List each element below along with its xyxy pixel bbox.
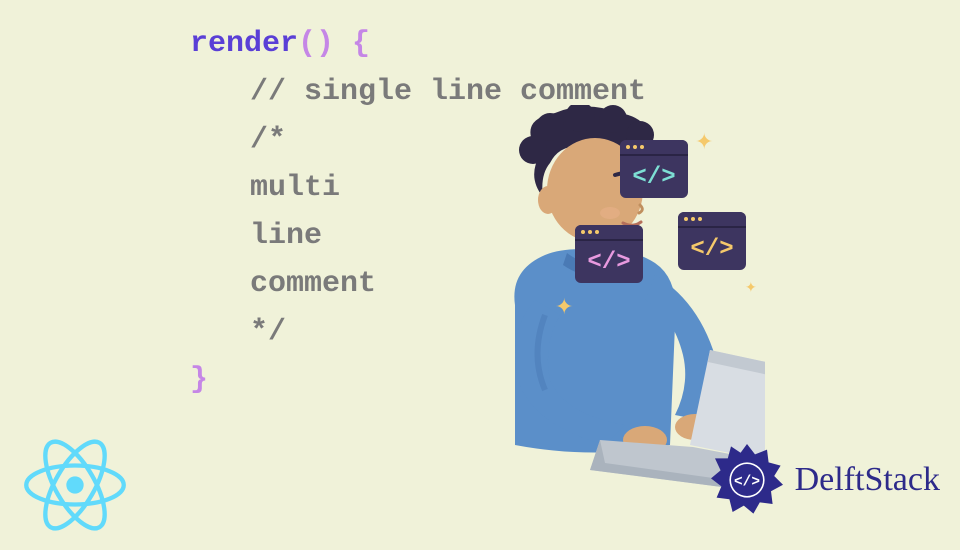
sparkle-icon: ✦: [555, 295, 573, 321]
svg-text:</>: </>: [734, 475, 760, 491]
parens: (): [298, 27, 334, 61]
code-glyph: </>: [575, 241, 643, 283]
open-brace: {: [334, 27, 370, 61]
multi-comment-line: comment: [250, 267, 376, 301]
code-window-icon: </>: [575, 225, 643, 283]
sparkle-icon: ✦: [745, 280, 757, 297]
react-logo-icon: [10, 420, 140, 550]
delftstack-logo: </> DelftStack: [707, 440, 940, 520]
code-glyph: </>: [620, 156, 688, 198]
keyword-render: render: [190, 27, 298, 61]
single-line-comment: // single line comment: [250, 75, 646, 109]
brand-name: DelftStack: [795, 461, 940, 499]
code-window-icon: </>: [620, 140, 688, 198]
close-brace: }: [190, 363, 208, 397]
code-window-icon: </>: [678, 212, 746, 270]
code-glyph: </>: [678, 228, 746, 270]
sparkle-icon: ✦: [695, 130, 713, 156]
multi-comment-close: */: [250, 315, 286, 349]
multi-comment-line: line: [250, 219, 322, 253]
delftstack-badge-icon: </>: [707, 440, 787, 520]
multi-comment-open: /*: [250, 123, 286, 157]
multi-comment-line: multi: [250, 171, 340, 205]
